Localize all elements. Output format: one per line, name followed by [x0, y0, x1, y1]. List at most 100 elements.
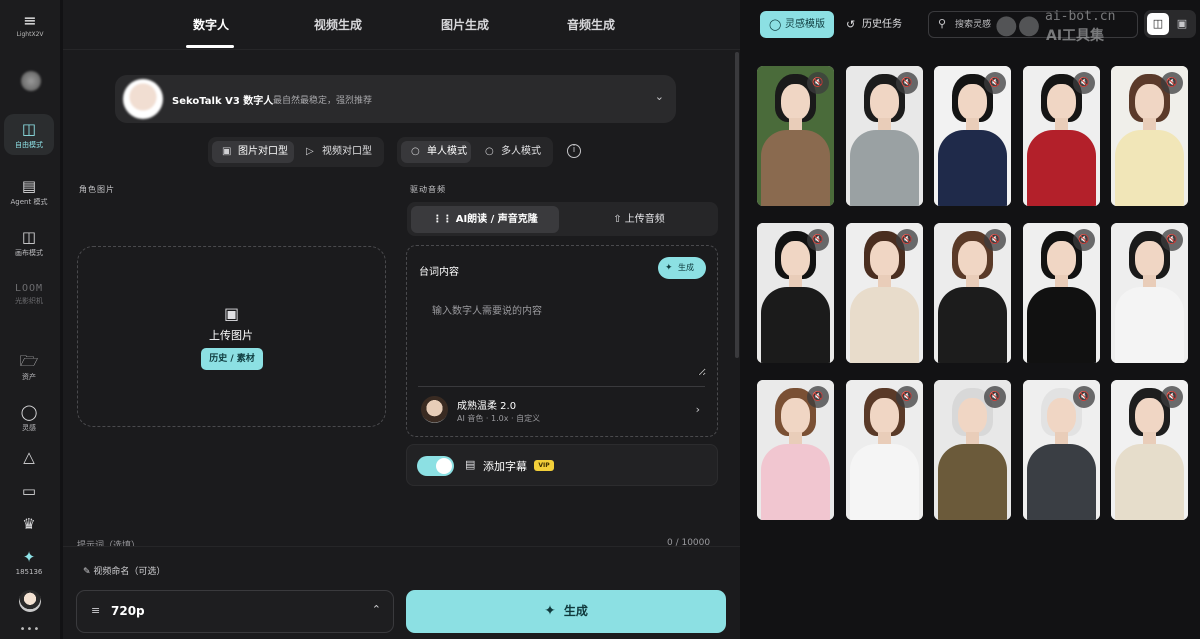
rail-item-notifications[interactable]: △: [4, 448, 54, 466]
template-card[interactable]: 🔇: [1111, 66, 1188, 206]
tab-image-generation[interactable]: 图片生成: [441, 16, 489, 33]
tab-digital-human[interactable]: 数字人: [193, 16, 229, 33]
mute-icon[interactable]: 🔇: [1161, 386, 1183, 408]
tab-audio-generation[interactable]: 音频生成: [567, 16, 615, 33]
mute-icon[interactable]: 🔇: [1073, 386, 1095, 408]
template-card[interactable]: 🔇: [846, 66, 923, 206]
generate-button[interactable]: ✦ 生成: [406, 590, 726, 633]
rail-item-inspiration[interactable]: ◯ 灵感: [4, 403, 54, 433]
rail-item-credits[interactable]: ✦ 185136: [4, 548, 54, 576]
template-card[interactable]: 🔇: [1023, 66, 1100, 206]
template-card[interactable]: 🔇: [1023, 223, 1100, 363]
template-card[interactable]: 🔇: [934, 223, 1011, 363]
template-card[interactable]: 🔇: [1111, 380, 1188, 520]
main-scrollbar[interactable]: [735, 52, 739, 358]
template-card[interactable]: 🔇: [757, 66, 834, 206]
mute-icon[interactable]: 🔇: [896, 72, 918, 94]
template-card[interactable]: 🔇: [934, 380, 1011, 520]
mute-icon[interactable]: 🔇: [807, 229, 829, 251]
template-card[interactable]: 🔇: [846, 380, 923, 520]
bulb-icon: ◯: [20, 403, 38, 421]
rail-item-monitor[interactable]: ▭: [4, 482, 54, 500]
template-card[interactable]: 🔇: [934, 66, 1011, 206]
template-card[interactable]: 🔇: [1111, 223, 1188, 363]
portrait-body: [1027, 287, 1096, 363]
portrait-face: [1047, 84, 1076, 120]
portrait-face: [1135, 241, 1164, 277]
script-textarea[interactable]: [420, 296, 706, 376]
folder-icon: 🗁: [19, 352, 39, 370]
rail-item-canvas-mode[interactable]: ◫ 画布模式: [4, 228, 54, 258]
rail-item-free-mode[interactable]: ◫ 自由模式: [4, 114, 54, 155]
mute-icon[interactable]: 🔇: [896, 229, 918, 251]
role-image-label: 角色图片: [79, 185, 115, 194]
portrait-body: [850, 287, 919, 363]
mute-icon[interactable]: 🔇: [984, 229, 1006, 251]
model-thumbnail: [123, 79, 163, 119]
mute-icon[interactable]: 🔇: [984, 72, 1006, 94]
generate-button-label: 生成: [563, 604, 588, 618]
subtitle-option: ▤ 添加字幕 VIP: [406, 444, 718, 486]
mute-icon[interactable]: 🔇: [984, 386, 1006, 408]
profile-blur-icon[interactable]: [21, 71, 41, 91]
voice-avatar: [421, 396, 448, 423]
credits-value: 185136: [15, 568, 43, 576]
toggle-knob: [436, 458, 452, 474]
history-assets-button[interactable]: 历史 / 素材: [201, 348, 263, 370]
tab-inspiration-templates[interactable]: ◯ 灵感模版: [760, 11, 834, 38]
subtitle-toggle[interactable]: [417, 456, 454, 476]
mute-icon[interactable]: 🔇: [896, 386, 918, 408]
voice-meta: AI 音色 · 1.0x · 自定义: [457, 414, 541, 423]
multi-person-option[interactable]: ○ 多人模式: [475, 141, 549, 163]
image-upload-dropzone[interactable]: ▣ 上传图片 历史 / 素材: [77, 246, 386, 427]
rail-item-agent-mode[interactable]: ▤ Agent 模式: [4, 177, 54, 207]
single-view-icon[interactable]: ▣: [1171, 13, 1193, 35]
ai-voice-tab[interactable]: ⋮⋮ AI朗读 / 声音克隆: [411, 206, 559, 233]
portrait-face: [1047, 241, 1076, 277]
mute-icon[interactable]: 🔇: [1073, 229, 1095, 251]
template-card[interactable]: 🔇: [1023, 380, 1100, 520]
resolution-value: 720p: [111, 604, 145, 618]
voice-name: 成熟温柔 2.0: [457, 401, 517, 412]
voice-selector[interactable]: 成熟温柔 2.0 AI 音色 · 1.0x · 自定义 ›: [418, 395, 708, 425]
rail-item-assets[interactable]: 🗁 资产: [4, 352, 54, 382]
info-icon[interactable]: i: [567, 144, 581, 158]
mute-icon[interactable]: 🔇: [1161, 229, 1183, 251]
portrait-face: [1135, 398, 1164, 434]
portrait-face: [870, 84, 899, 120]
single-person-option[interactable]: ○ 单人模式: [401, 141, 471, 163]
lipsync-image-option[interactable]: ▣ 图片对口型: [212, 141, 294, 163]
template-card[interactable]: 🔇: [846, 223, 923, 363]
model-selector[interactable]: SekoTalk V3 数字人 最自然最稳定，强烈推荐 ⌄: [115, 75, 676, 123]
mute-icon[interactable]: 🔇: [807, 72, 829, 94]
logo-icon: ≡: [23, 11, 37, 30]
portrait-body: [1027, 130, 1096, 206]
upload-audio-tab[interactable]: ⇧ 上传音频: [565, 206, 713, 233]
mute-icon[interactable]: 🔇: [807, 386, 829, 408]
more-icon[interactable]: •••: [0, 624, 60, 635]
app-logo[interactable]: ≡ LightX2V: [0, 11, 60, 39]
loom-subtitle: 光影织机: [15, 297, 43, 305]
active-tab-indicator: [186, 45, 234, 48]
ai-generate-script-button[interactable]: ✦ 生成: [658, 257, 706, 279]
video-icon: ▷: [306, 146, 314, 157]
rail-item-vip[interactable]: ♛: [4, 515, 54, 533]
user-avatar[interactable]: [19, 590, 41, 612]
top-tabs: 数字人 视频生成 图片生成 音频生成: [63, 0, 740, 50]
mode-toggle: ○ 单人模式 ○ 多人模式: [397, 137, 553, 167]
mute-icon[interactable]: 🔇: [1161, 72, 1183, 94]
template-card[interactable]: 🔇: [757, 380, 834, 520]
rail-item-label: Agent 模式: [10, 198, 48, 206]
tab-video-generation[interactable]: 视频生成: [314, 16, 362, 33]
resolution-select[interactable]: ≡ 720p ⌃: [76, 590, 394, 633]
template-card[interactable]: 🔇: [757, 223, 834, 363]
portrait-body: [850, 444, 919, 520]
split-view-icon[interactable]: ◫: [1147, 13, 1169, 35]
portrait-body: [1115, 444, 1184, 520]
tab-history-tasks[interactable]: ↺ 历史任务: [837, 11, 911, 38]
rail-item-loom[interactable]: LOOM 光影织机: [4, 281, 54, 306]
lipsync-video-option[interactable]: ▷ 视频对口型: [296, 141, 380, 163]
video-name-field[interactable]: ✎ 视频命名（可选）: [83, 564, 165, 577]
watermark-line2: AI工具集: [1046, 28, 1105, 44]
mute-icon[interactable]: 🔇: [1073, 72, 1095, 94]
